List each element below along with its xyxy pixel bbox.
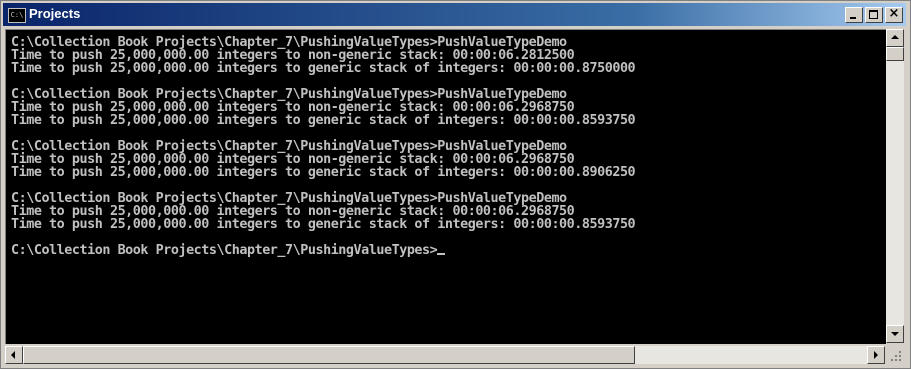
prompt-text: C:\Collection Book Projects\Chapter_7\Pu… (11, 243, 438, 258)
console-line: Time to push 25,000,000.00 integers to g… (11, 217, 636, 232)
console-prompt: C:\Collection Book Projects\Chapter_7\Pu… (11, 243, 446, 258)
scroll-left-button[interactable] (5, 346, 23, 364)
maximize-button[interactable] (865, 7, 883, 23)
title-bar[interactable]: C:\ Projects × (3, 3, 906, 26)
vertical-scroll-thumb[interactable] (886, 47, 904, 61)
scroll-up-button[interactable] (886, 29, 904, 47)
console-output[interactable]: C:\Collection Book Projects\Chapter_7\Pu… (5, 29, 886, 344)
close-button[interactable]: × (885, 6, 903, 23)
console-window: C:\ Projects × C:\Collection Book Projec… (0, 0, 911, 369)
scroll-right-button[interactable] (867, 346, 885, 364)
arrow-left-icon (11, 351, 15, 359)
minimize-button[interactable] (845, 7, 863, 23)
resize-grip-icon[interactable] (886, 346, 904, 364)
text-cursor (437, 253, 446, 255)
horizontal-scroll-thumb[interactable] (23, 346, 635, 364)
close-icon: × (888, 6, 900, 21)
window-title: Projects (29, 6, 81, 21)
arrow-right-icon (874, 351, 878, 359)
horizontal-scrollbar[interactable] (5, 346, 885, 364)
caption-buttons: × (843, 6, 903, 23)
console-icon[interactable]: C:\ (8, 8, 26, 23)
console-line: Time to push 25,000,000.00 integers to g… (11, 61, 636, 76)
scroll-down-button[interactable] (886, 325, 904, 343)
minimize-icon (850, 17, 856, 19)
maximize-icon (869, 10, 878, 19)
console-line: Time to push 25,000,000.00 integers to g… (11, 165, 636, 180)
arrow-down-icon (891, 332, 899, 336)
arrow-up-icon (891, 35, 899, 39)
console-line: Time to push 25,000,000.00 integers to g… (11, 113, 636, 128)
vertical-scrollbar[interactable] (886, 29, 904, 343)
